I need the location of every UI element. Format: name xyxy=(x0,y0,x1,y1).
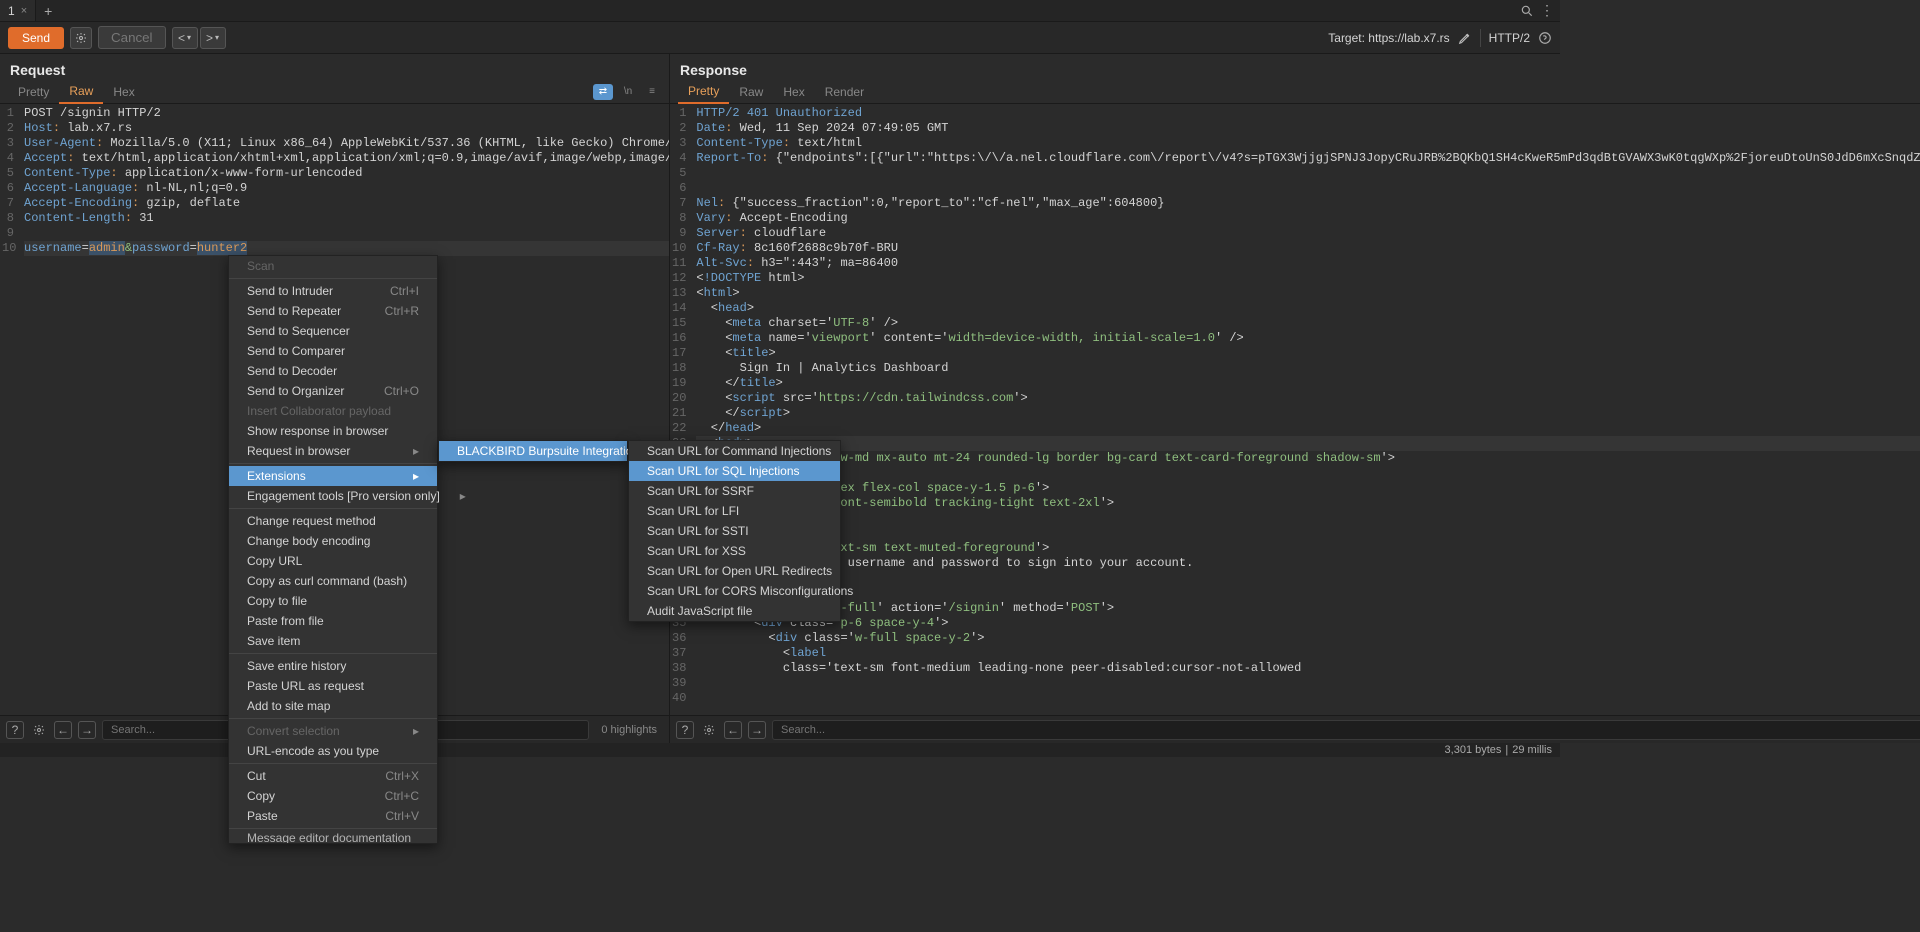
menu-item[interactable]: Add to site map xyxy=(229,696,437,716)
settings-button[interactable] xyxy=(70,27,92,49)
menu-item[interactable]: Extensions▸ xyxy=(229,466,437,486)
request-title: Request xyxy=(10,62,65,78)
response-editor[interactable]: 1 2 3 4 5 6 7 8 9 10 11 12 13 14 15 16 1… xyxy=(670,104,1920,715)
menu-item[interactable]: URL-encode as you type xyxy=(229,741,437,761)
cancel-button[interactable]: Cancel xyxy=(98,26,166,49)
menu-item[interactable]: Scan URL for XSS xyxy=(629,541,840,561)
status-millis: 29 millis xyxy=(1512,744,1552,756)
menu-item[interactable]: Scan URL for LFI xyxy=(629,501,840,521)
menu-item[interactable]: Scan URL for Open URL Redirects xyxy=(629,561,840,581)
response-title: Response xyxy=(680,62,747,78)
menu-item[interactable]: Scan URL for SQL Injections xyxy=(629,461,840,481)
subtab-pretty[interactable]: Pretty xyxy=(678,80,729,104)
help-icon[interactable]: ? xyxy=(6,721,24,739)
menu-item[interactable]: Request in browser▸ xyxy=(229,441,437,461)
protocol-label[interactable]: HTTP/2 xyxy=(1489,31,1530,45)
menu-item[interactable]: Message editor documentation xyxy=(229,831,437,843)
menu-item: Insert Collaborator payload xyxy=(229,401,437,421)
menu-item[interactable]: Scan URL for SSTI xyxy=(629,521,840,541)
subtab-raw[interactable]: Raw xyxy=(59,80,103,104)
help-icon[interactable]: ? xyxy=(676,721,694,739)
add-tab-button[interactable]: + xyxy=(36,3,60,19)
hamburger-icon[interactable]: ≡ xyxy=(643,85,661,99)
arrow-right-icon[interactable]: → xyxy=(748,721,766,739)
menu-item[interactable]: Audit JavaScript file xyxy=(629,601,840,621)
search-icon[interactable] xyxy=(1520,4,1534,18)
menu-item: Convert selection▸ xyxy=(229,721,437,741)
menu-item: Scan xyxy=(229,256,437,276)
subtab-raw[interactable]: Raw xyxy=(729,81,773,103)
response-search-input[interactable] xyxy=(772,720,1920,740)
response-pane: Response Pretty Raw Hex Render ⇄ \n ≡ 1 … xyxy=(670,54,1920,743)
menu-item[interactable]: PasteCtrl+V xyxy=(229,806,437,826)
menu-item[interactable]: Send to Sequencer xyxy=(229,321,437,341)
context-submenu-blackbird[interactable]: Scan URL for Command InjectionsScan URL … xyxy=(628,440,841,622)
menu-item[interactable]: CopyCtrl+C xyxy=(229,786,437,806)
subtab-hex[interactable]: Hex xyxy=(103,81,144,103)
arrow-right-icon[interactable]: → xyxy=(78,721,96,739)
toolbar: Send Cancel <▾ >▾ Target: https://lab.x7… xyxy=(0,22,1560,54)
tab-label: 1 xyxy=(8,4,15,18)
close-icon[interactable]: × xyxy=(21,5,27,17)
help-icon[interactable] xyxy=(1538,31,1552,45)
history-forward-button[interactable]: >▾ xyxy=(200,27,226,49)
menu-item[interactable]: Send to Decoder xyxy=(229,361,437,381)
gear-icon[interactable] xyxy=(700,721,718,739)
response-bottombar: ? ← → 0 highlights xyxy=(670,715,1920,743)
menu-item[interactable]: CutCtrl+X xyxy=(229,766,437,786)
status-bytes: 3,301 bytes xyxy=(1445,744,1502,756)
repeater-tabs: 1 × + ⋮ xyxy=(0,0,1560,22)
gear-icon[interactable] xyxy=(30,721,48,739)
menu-item[interactable]: Engagement tools [Pro version only]▸ xyxy=(229,486,437,506)
context-submenu-extensions[interactable]: BLACKBIRD Burpsuite Integration▸ xyxy=(438,440,628,462)
menu-item[interactable]: Send to IntruderCtrl+I xyxy=(229,281,437,301)
pencil-icon[interactable] xyxy=(1458,31,1472,45)
newline-icon[interactable]: \n xyxy=(619,85,637,99)
menu-item[interactable]: Copy to file xyxy=(229,591,437,611)
arrow-left-icon[interactable]: ← xyxy=(54,721,72,739)
request-subtabs: Pretty Raw Hex ⇄ \n ≡ xyxy=(0,80,669,104)
menu-item[interactable]: Change request method xyxy=(229,511,437,531)
subtab-hex[interactable]: Hex xyxy=(773,81,814,103)
menu-item[interactable]: Copy URL xyxy=(229,551,437,571)
divider xyxy=(1480,29,1481,47)
menu-item[interactable]: Save entire history xyxy=(229,656,437,676)
menu-item[interactable]: Scan URL for CORS Misconfigurations xyxy=(629,581,840,601)
response-subtabs: Pretty Raw Hex Render ⇄ \n ≡ xyxy=(670,80,1920,104)
menu-item[interactable]: Change body encoding xyxy=(229,531,437,551)
context-menu[interactable]: Scan Send to IntruderCtrl+ISend to Repeat… xyxy=(228,255,438,844)
menu-item[interactable]: Save item xyxy=(229,631,437,651)
menu-item[interactable]: Send to RepeaterCtrl+R xyxy=(229,301,437,321)
send-button[interactable]: Send xyxy=(8,27,64,49)
tab-1[interactable]: 1 × xyxy=(0,0,36,21)
target-label: Target: https://lab.x7.rs xyxy=(1328,31,1449,45)
subtab-pretty[interactable]: Pretty xyxy=(8,81,59,103)
kebab-icon[interactable]: ⋮ xyxy=(1540,2,1554,19)
arrow-left-icon[interactable]: ← xyxy=(724,721,742,739)
subtab-render[interactable]: Render xyxy=(815,81,874,103)
menu-item[interactable]: Paste URL as request xyxy=(229,676,437,696)
menu-item-blackbird[interactable]: BLACKBIRD Burpsuite Integration▸ xyxy=(439,441,627,461)
menu-item[interactable]: Scan URL for SSRF xyxy=(629,481,840,501)
menu-item[interactable]: Show response in browser xyxy=(229,421,437,441)
menu-item[interactable]: Paste from file xyxy=(229,611,437,631)
actions-icon[interactable]: ⇄ xyxy=(593,84,613,100)
menu-item[interactable]: Send to OrganizerCtrl+O xyxy=(229,381,437,401)
menu-item[interactable]: Copy as curl command (bash) xyxy=(229,571,437,591)
request-highlights: 0 highlights xyxy=(595,724,663,736)
history-back-button[interactable]: <▾ xyxy=(172,27,198,49)
menu-item[interactable]: Send to Comparer xyxy=(229,341,437,361)
menu-item[interactable]: Scan URL for Command Injections xyxy=(629,441,840,461)
